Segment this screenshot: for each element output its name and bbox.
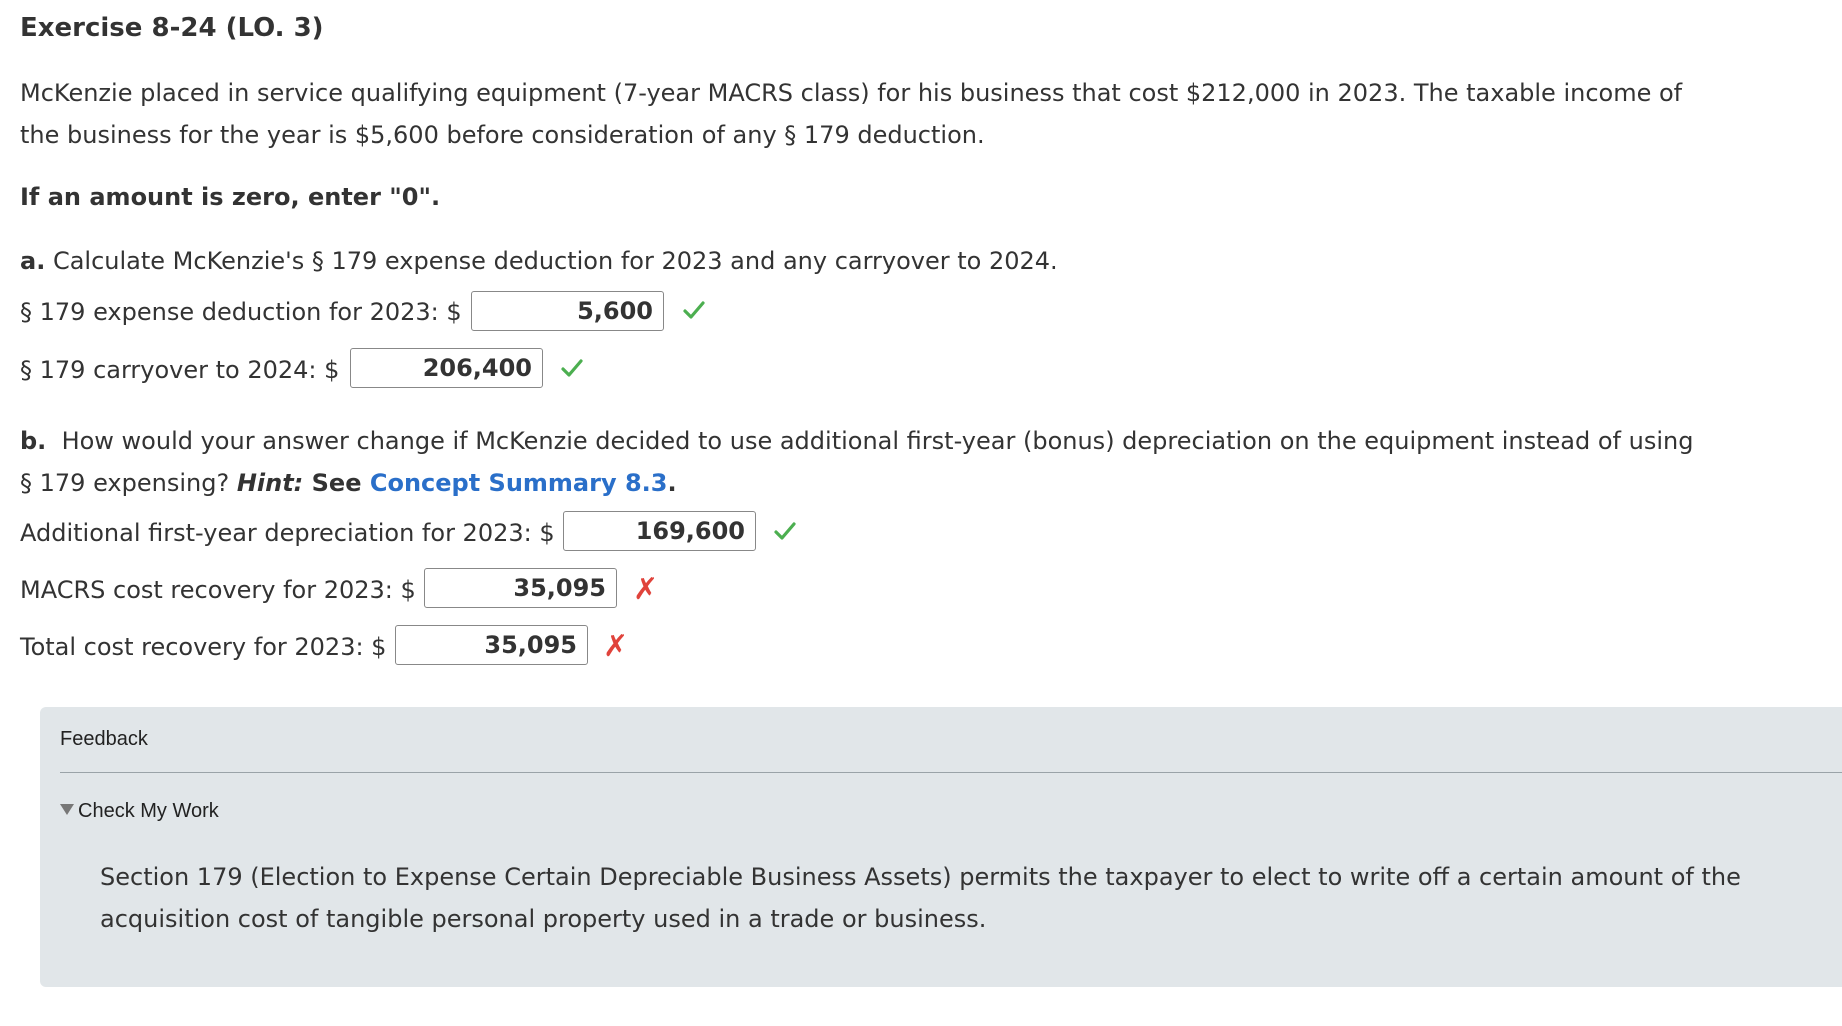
x-icon: ✗ <box>633 572 659 607</box>
hint-see: See <box>303 469 370 497</box>
hint-label: Hint: <box>236 469 304 497</box>
part-b-question-line-1: b. How would your answer change if McKen… <box>20 427 1693 455</box>
sec179-deduction-input[interactable]: 5,600 <box>471 291 664 331</box>
intro-line-2: the business for the year is $5,600 befo… <box>20 121 985 149</box>
check-my-work-label: Check My Work <box>78 800 219 822</box>
x-icon: ✗ <box>603 629 629 664</box>
macrs-recovery-input[interactable]: 35,095 <box>424 568 617 608</box>
exercise-title: Exercise 8-24 (LO. 3) <box>20 13 324 43</box>
check-my-work-toggle[interactable]: Check My Work <box>60 800 219 823</box>
part-a-text: Calculate McKenzie's § 179 expense deduc… <box>52 247 1058 275</box>
feedback-panel <box>40 707 1842 987</box>
check-icon <box>774 522 796 540</box>
feedback-title: Feedback <box>60 728 148 750</box>
triangle-down-icon <box>60 804 74 815</box>
zero-instruction: If an amount is zero, enter "0". <box>20 183 441 211</box>
bonus-depreciation-input[interactable]: 169,600 <box>563 511 756 551</box>
part-b-row-1-label: Additional first-year depreciation for 2… <box>20 519 555 547</box>
part-a-row-2-label: § 179 carryover to 2024: $ <box>20 356 340 384</box>
feedback-body: Section 179 (Election to Expense Certain… <box>100 863 1741 933</box>
hint-end: . <box>667 469 677 497</box>
intro-line-1: McKenzie placed in service qualifying eq… <box>20 79 1683 107</box>
concept-summary-link[interactable]: Concept Summary 8.3 <box>370 469 668 497</box>
sec179-carryover-input[interactable]: 206,400 <box>350 348 543 388</box>
part-b-text-2: § 179 expensing? <box>20 469 237 497</box>
part-b-letter: b. <box>20 427 47 455</box>
check-icon <box>683 301 705 319</box>
check-icon <box>561 359 583 377</box>
part-a-row-1-label: § 179 expense deduction for 2023: $ <box>20 298 462 326</box>
feedback-divider <box>60 772 1842 773</box>
part-b-row-2-label: MACRS cost recovery for 2023: $ <box>20 576 416 604</box>
part-b-row-3-label: Total cost recovery for 2023: $ <box>20 633 387 661</box>
total-recovery-input[interactable]: 35,095 <box>395 625 588 665</box>
part-b-question-line-2: § 179 expensing? Hint: See Concept Summa… <box>20 469 677 497</box>
part-a-letter: a. <box>20 247 46 275</box>
part-b-text: How would your answer change if McKenzie… <box>61 427 1694 455</box>
part-a-question: a. Calculate McKenzie's § 179 expense de… <box>20 247 1058 275</box>
